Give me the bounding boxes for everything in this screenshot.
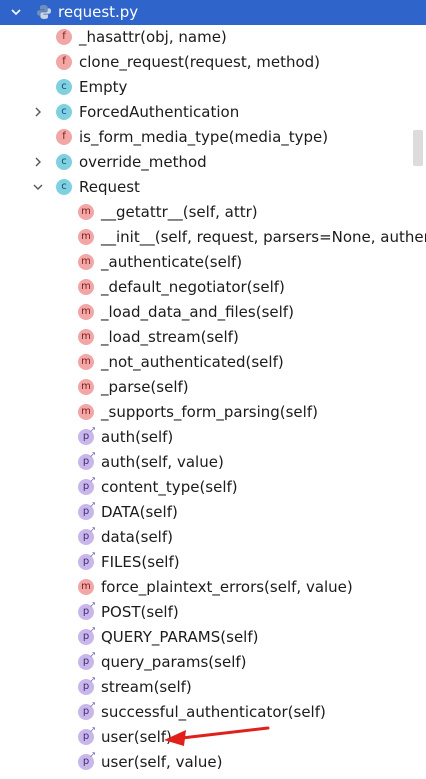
tree-item-label: auth(self) [101,428,174,446]
property-icon: p ↗ [78,651,96,670]
method-icon: m [78,229,94,245]
chevron-right-icon[interactable] [32,156,44,168]
tree-item-label: _load_data_and_files(self) [101,303,294,321]
tree-item-label: __getattr__(self, attr) [101,203,258,221]
method-icon: m [78,304,94,320]
property-icon: p ↗ [78,551,96,570]
file-name-label: request.py [58,3,139,21]
tree-item-class[interactable]: c Request [0,175,426,200]
tree-item-function[interactable]: f clone_request(request, method) [0,50,426,75]
tree-item-method[interactable]: m __getattr__(self, attr) [0,200,426,225]
python-file-icon [36,4,52,20]
chevron-right-icon[interactable] [32,106,44,118]
tree-item-label: _load_stream(self) [101,328,239,346]
tree-item-property[interactable]: p ↗ auth(self) [0,425,426,450]
function-icon: f [56,129,72,145]
method-icon: m [78,404,94,420]
class-icon: c [56,179,72,195]
tree-item-label: stream(self) [101,678,192,696]
tree-item-property[interactable]: p ↗ user(self, value) [0,750,426,775]
tree-item-label: Request [79,178,140,196]
tree-item-method[interactable]: m _authenticate(self) [0,250,426,275]
chevron-down-icon[interactable] [10,6,22,18]
tree-item-function[interactable]: f _hasattr(obj, name) [0,25,426,50]
tree-item-method[interactable]: m _load_data_and_files(self) [0,300,426,325]
tree-item-label: clone_request(request, method) [79,53,321,71]
method-icon: m [78,579,94,595]
tree-item-property[interactable]: p ↗ FILES(self) [0,550,426,575]
tree-item-label: _supports_form_parsing(self) [101,403,318,421]
tree-item-label: override_method [79,153,207,171]
tree-item-property[interactable]: p ↗ DATA(self) [0,500,426,525]
property-icon: p ↗ [78,751,96,770]
tree-item-label: auth(self, value) [101,453,224,471]
tree-item-method[interactable]: m _supports_form_parsing(self) [0,400,426,425]
tree-item-label: query_params(self) [101,653,247,671]
property-icon: p ↗ [78,526,96,545]
tree-item-method[interactable]: m _not_authenticated(self) [0,350,426,375]
tree-item-property[interactable]: p ↗ stream(self) [0,675,426,700]
method-icon: m [78,329,94,345]
tree-item-label: force_plaintext_errors(self, value) [101,578,353,596]
red-annotation-arrow [164,726,270,746]
tree-item-label: POST(self) [101,603,179,621]
tree-item-label: data(self) [101,528,173,546]
tree-item-label: __init__(self, request, parsers=None, au… [101,228,426,246]
tree-item-property[interactable]: p ↗ query_params(self) [0,650,426,675]
tree-item-property[interactable]: p ↗ content_type(self) [0,475,426,500]
method-icon: m [78,254,94,270]
property-icon: p ↗ [78,601,96,620]
property-icon: p ↗ [78,701,96,720]
property-icon: p ↗ [78,626,96,645]
tree-item-property[interactable]: p ↗ QUERY_PARAMS(self) [0,625,426,650]
tree-item-label: QUERY_PARAMS(self) [101,628,259,646]
tree-item-method[interactable]: m __init__(self, request, parsers=None, a… [0,225,426,250]
class-icon: c [56,104,72,120]
tree-item-label: _default_negotiator(self) [101,278,285,296]
tree-item-property[interactable]: p ↗ successful_authenticator(self) [0,700,426,725]
tree-item-method[interactable]: m _load_stream(self) [0,325,426,350]
class-icon: c [56,154,72,170]
tree-item-function[interactable]: f is_form_media_type(media_type) [0,125,426,150]
tree-item-label: _parse(self) [101,378,189,396]
method-icon: m [78,354,94,370]
function-icon: f [56,54,72,70]
tree-item-label: Empty [79,78,128,96]
property-icon: p ↗ [78,451,96,470]
tree-item-class[interactable]: c ForcedAuthentication [0,100,426,125]
tree-item-property[interactable]: p ↗ auth(self, value) [0,450,426,475]
tree-item-class[interactable]: c override_method [0,150,426,175]
tree-item-method[interactable]: m _parse(self) [0,375,426,400]
tree-item-property[interactable]: p ↗ POST(self) [0,600,426,625]
class-icon: c [56,79,72,95]
tree-item-class[interactable]: c Empty [0,75,426,100]
chevron-down-icon[interactable] [32,181,44,193]
tree-item-label: DATA(self) [101,503,178,521]
vertical-scrollbar-thumb[interactable] [413,130,423,166]
tree-item-label: user(self, value) [101,753,223,771]
property-icon: p ↗ [78,476,96,495]
tree-item-label: _not_authenticated(self) [101,353,284,371]
tree-item-method[interactable]: m force_plaintext_errors(self, value) [0,575,426,600]
tree-item-label: successful_authenticator(self) [101,703,326,721]
function-icon: f [56,29,72,45]
method-icon: m [78,379,94,395]
structure-tree-panel: request.py f _hasattr(obj, name) f clone_re… [0,0,426,779]
property-icon: p ↗ [78,501,96,520]
tree-item-label: is_form_media_type(media_type) [79,128,329,146]
tree-item-label: FILES(self) [101,553,180,571]
tree-item-label: _authenticate(self) [101,253,243,271]
tree-item-method[interactable]: m _default_negotiator(self) [0,275,426,300]
tree-item-label: _hasattr(obj, name) [79,28,227,46]
tree-root-request-py[interactable]: request.py [0,0,426,25]
method-icon: m [78,279,94,295]
method-icon: m [78,204,94,220]
tree-item-label: ForcedAuthentication [79,103,240,121]
tree-item-label: content_type(self) [101,478,238,496]
property-icon: p ↗ [78,426,96,445]
tree-item-property[interactable]: p ↗ data(self) [0,525,426,550]
property-icon: p ↗ [78,726,96,745]
property-icon: p ↗ [78,676,96,695]
